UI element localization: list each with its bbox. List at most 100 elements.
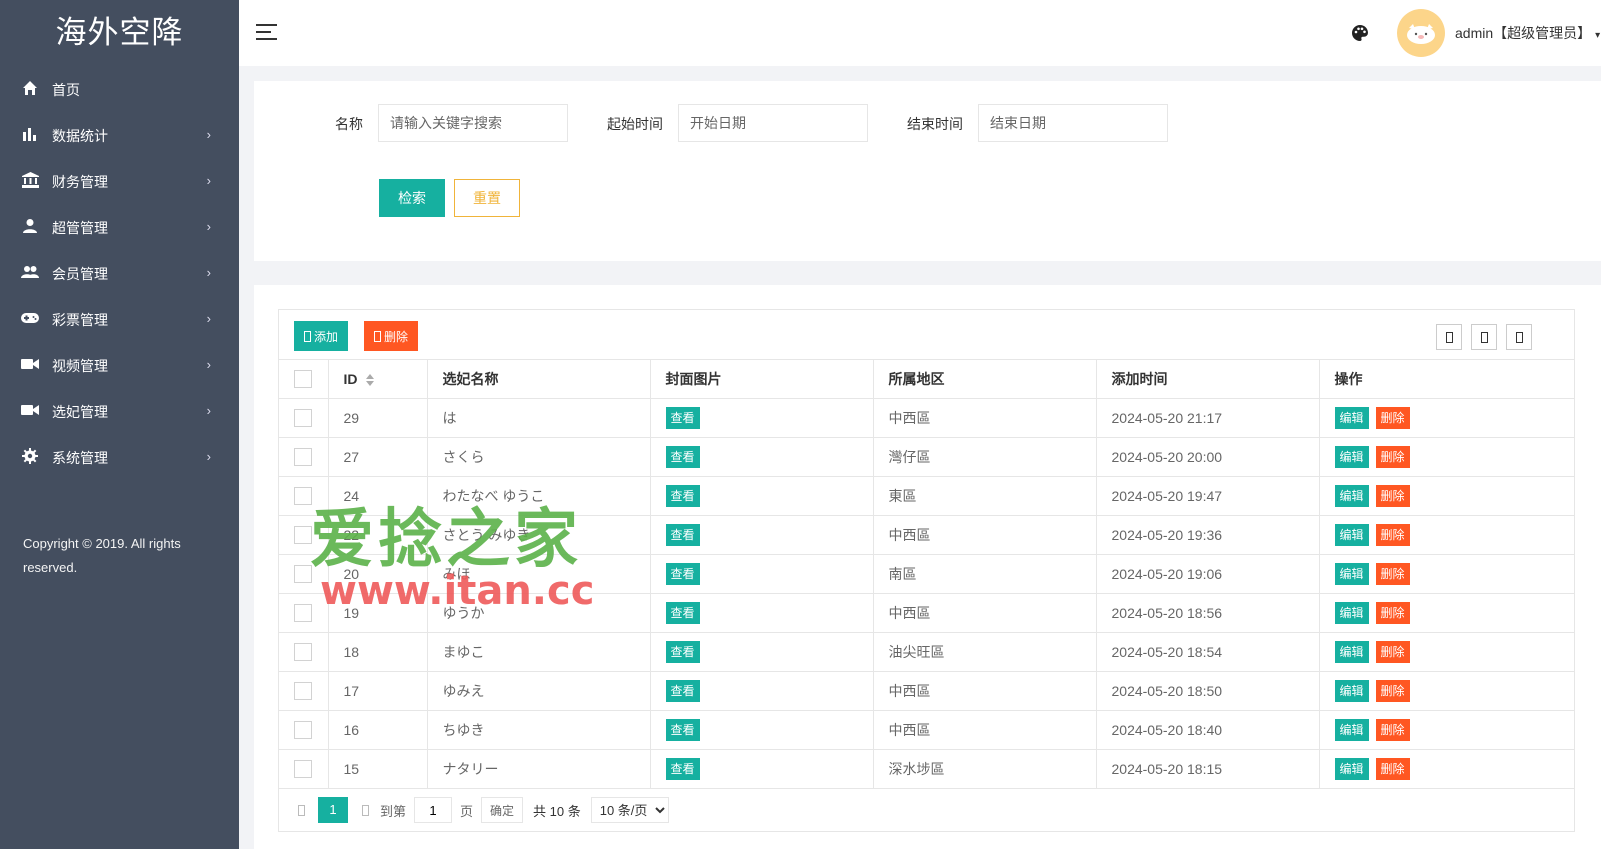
cell-name: ゆうか <box>427 593 651 633</box>
page-unit-label: 页 <box>460 803 474 819</box>
edit-button[interactable]: 编辑 <box>1334 640 1369 663</box>
cell-region: 中西區 <box>873 593 1097 633</box>
chevron-right-icon: › <box>206 310 211 326</box>
edit-button[interactable]: 编辑 <box>1334 601 1369 624</box>
sidebar-item-7[interactable]: 选妃管理 › <box>0 387 239 433</box>
sidebar-item-5[interactable]: 彩票管理 › <box>0 295 239 341</box>
row-checkbox[interactable] <box>294 447 312 466</box>
row-checkbox[interactable] <box>294 681 312 700</box>
view-cover-button[interactable]: 查看 <box>665 640 700 663</box>
user-name-label: admin【超级管理员】 <box>1455 25 1592 41</box>
edit-button[interactable]: 编辑 <box>1334 484 1369 507</box>
cell-id: 24 <box>328 476 428 516</box>
row-checkbox[interactable] <box>294 759 312 778</box>
column-filter-icon[interactable] <box>1436 324 1462 350</box>
delete-row-button[interactable]: 删除 <box>1375 640 1410 663</box>
delete-row-button[interactable]: 删除 <box>1375 718 1410 741</box>
view-cover-button[interactable]: 查看 <box>665 718 700 741</box>
sidebar-item-2[interactable]: 财务管理 › <box>0 157 239 203</box>
search-button[interactable]: 检索 <box>379 179 445 217</box>
data-table-container: 添加 删除 ID 选妃名称 封面图片 所属地区 添加时间 操作 29 は 查看 … <box>278 309 1575 832</box>
delete-row-button[interactable]: 删除 <box>1375 406 1410 429</box>
cell-actions: 编辑 删除 <box>1319 398 1574 438</box>
reset-button[interactable]: 重置 <box>454 179 520 217</box>
prev-page-icon[interactable] <box>294 804 308 816</box>
add-button[interactable]: 添加 <box>294 321 349 351</box>
delete-row-button[interactable]: 删除 <box>1375 562 1410 585</box>
delete-row-button[interactable]: 删除 <box>1375 484 1410 507</box>
cell-region: 中西區 <box>873 710 1097 750</box>
view-cover-button[interactable]: 查看 <box>665 406 700 429</box>
end-date-input[interactable] <box>978 104 1168 142</box>
sidebar-item-label: 超管管理 <box>52 219 108 236</box>
start-date-input[interactable] <box>678 104 868 142</box>
sidebar-item-1[interactable]: 数据统计 › <box>0 111 239 157</box>
row-checkbox[interactable] <box>294 525 312 544</box>
export-icon[interactable] <box>1471 324 1497 350</box>
view-cover-button[interactable]: 查看 <box>665 679 700 702</box>
select-all-cell <box>279 360 329 399</box>
cell-name: さとう みゆき <box>427 515 651 555</box>
sidebar-item-3[interactable]: 超管管理 › <box>0 203 239 249</box>
sidebar-item-label: 视频管理 <box>52 357 108 374</box>
edit-button[interactable]: 编辑 <box>1334 679 1369 702</box>
chevron-right-icon: › <box>206 448 211 464</box>
delete-row-button[interactable]: 删除 <box>1375 757 1410 780</box>
delete-row-button[interactable]: 删除 <box>1375 445 1410 468</box>
user-menu[interactable]: admin【超级管理员】 ▾ <box>1455 23 1600 43</box>
view-cover-button[interactable]: 查看 <box>665 601 700 624</box>
cell-time: 2024-05-20 18:15 <box>1096 749 1320 789</box>
page-number-current[interactable]: 1 <box>318 797 348 823</box>
delete-row-button[interactable]: 删除 <box>1375 679 1410 702</box>
edit-button[interactable]: 编辑 <box>1334 757 1369 780</box>
cell-cover: 查看 <box>650 749 874 789</box>
row-checkbox[interactable] <box>294 486 312 505</box>
menu-toggle-icon[interactable] <box>256 24 277 41</box>
print-icon[interactable] <box>1506 324 1532 350</box>
row-checkbox[interactable] <box>294 720 312 739</box>
cell-region: 東區 <box>873 476 1097 516</box>
edit-button[interactable]: 编辑 <box>1334 718 1369 741</box>
view-cover-button[interactable]: 查看 <box>665 757 700 780</box>
delete-row-button[interactable]: 删除 <box>1375 601 1410 624</box>
row-checkbox[interactable] <box>294 603 312 622</box>
table-row: 24 わたなべ ゆうこ 查看 東區 2024-05-20 19:47 编辑 删除 <box>279 476 1574 516</box>
view-cover-button[interactable]: 查看 <box>665 523 700 546</box>
view-cover-button[interactable]: 查看 <box>665 562 700 585</box>
view-cover-button[interactable]: 查看 <box>665 484 700 507</box>
edit-button[interactable]: 编辑 <box>1334 406 1369 429</box>
cell-cover: 查看 <box>650 593 874 633</box>
goto-page-input[interactable] <box>414 797 453 823</box>
cell-cover: 查看 <box>650 437 874 477</box>
row-checkbox[interactable] <box>294 408 312 427</box>
sidebar-item-0[interactable]: 首页 <box>0 65 239 111</box>
sidebar-item-4[interactable]: 会员管理 › <box>0 249 239 295</box>
page-size-select[interactable]: 10 条/页 <box>590 797 669 823</box>
col-id-label: ID <box>343 370 358 387</box>
cell-id: 18 <box>328 632 428 672</box>
view-cover-button[interactable]: 查看 <box>665 445 700 468</box>
goto-confirm-button[interactable]: 确定 <box>481 797 524 823</box>
edit-button[interactable]: 编辑 <box>1334 445 1369 468</box>
sort-icon[interactable] <box>365 374 374 387</box>
col-header-id[interactable]: ID <box>328 360 428 399</box>
edit-button[interactable]: 编辑 <box>1334 523 1369 546</box>
select-all-checkbox[interactable] <box>294 369 312 388</box>
row-checkbox[interactable] <box>294 642 312 661</box>
cell-actions: 编辑 删除 <box>1319 476 1574 516</box>
sidebar-item-8[interactable]: 系统管理 › <box>0 433 239 479</box>
cell-region: 中西區 <box>873 671 1097 711</box>
next-page-icon[interactable] <box>358 804 372 816</box>
users-icon <box>21 263 39 281</box>
delete-icon <box>374 330 381 342</box>
cell-name: は <box>427 398 651 438</box>
row-checkbox[interactable] <box>294 564 312 583</box>
sidebar-item-6[interactable]: 视频管理 › <box>0 341 239 387</box>
name-search-input[interactable] <box>378 104 568 142</box>
avatar[interactable] <box>1397 9 1445 57</box>
batch-delete-button[interactable]: 删除 <box>364 321 419 351</box>
palette-icon[interactable] <box>1350 23 1370 43</box>
cell-actions: 编辑 删除 <box>1319 671 1574 711</box>
edit-button[interactable]: 编辑 <box>1334 562 1369 585</box>
delete-row-button[interactable]: 删除 <box>1375 523 1410 546</box>
